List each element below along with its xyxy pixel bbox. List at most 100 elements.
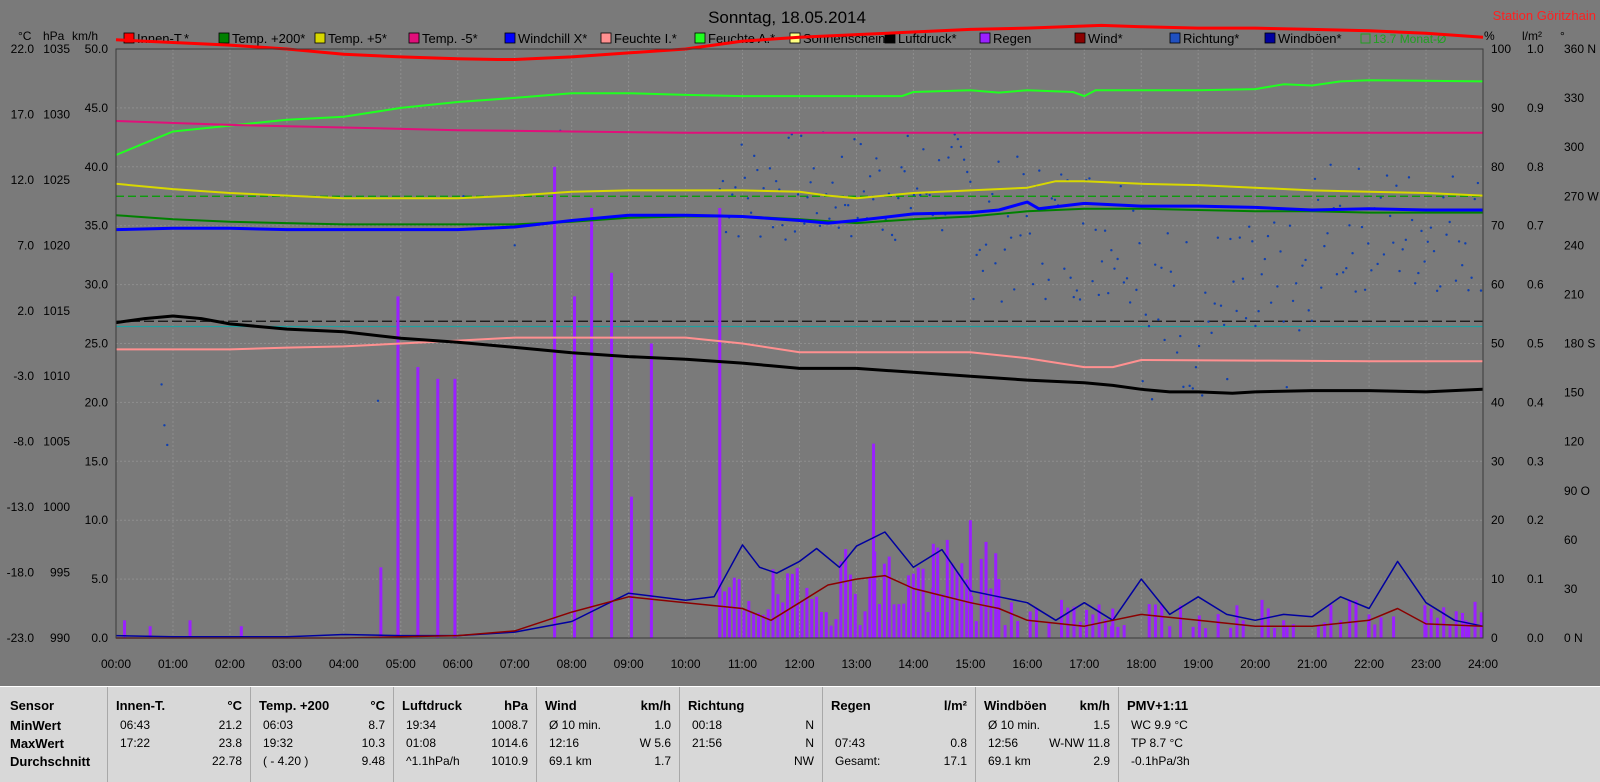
rain-bar — [1392, 616, 1396, 638]
y-tick-pressure: 1025 — [43, 173, 70, 187]
y-tick-direction: 180 S — [1564, 337, 1595, 351]
x-tick-label: 06:00 — [443, 657, 473, 671]
direction-dot — [803, 222, 806, 225]
direction-dot — [981, 269, 985, 273]
legend-swatch — [218, 32, 230, 44]
legend-swatch — [1169, 32, 1181, 44]
legend-label: Temp. +200* — [232, 31, 305, 46]
direction-dot — [1282, 320, 1285, 323]
y-tick-pressure: 990 — [50, 631, 70, 645]
direction-dot — [787, 136, 790, 139]
rain-bar — [868, 577, 872, 638]
direction-dot — [771, 226, 775, 229]
direction-dot — [1222, 323, 1226, 327]
y-tick-humidity: 60 — [1491, 278, 1505, 292]
direction-dot — [1060, 173, 1063, 176]
y-tick-rain: 0.1 — [1527, 572, 1544, 586]
rain-bar — [810, 598, 814, 638]
direction-dot — [1232, 280, 1235, 283]
rain-bar — [1028, 611, 1032, 638]
rain-bar — [1329, 604, 1333, 638]
direction-dot — [756, 168, 759, 172]
direction-dot — [1107, 291, 1110, 295]
weather-chart: Sonntag, 18.05.2014 Station Göritzhain °… — [0, 0, 1600, 686]
rain-bar — [1168, 626, 1172, 638]
direction-dot — [1476, 181, 1480, 185]
rain-bar — [1467, 621, 1471, 638]
direction-dot — [1298, 329, 1301, 332]
x-tick-label: 24:00 — [1468, 657, 1498, 671]
direction-dot — [1370, 269, 1373, 272]
col-temp200-header: Temp. +200 °C — [259, 698, 385, 713]
unit-right-humidity: % — [1484, 29, 1495, 43]
luftdruck-max-time: 01:08 — [406, 736, 437, 750]
direction-dot — [1338, 204, 1342, 208]
direction-dot — [1285, 385, 1288, 389]
unit-right-rain: l/m² — [1522, 29, 1542, 43]
direction-dot — [1069, 276, 1072, 279]
rain-bar — [863, 611, 867, 638]
x-tick-label: 00:00 — [101, 657, 131, 671]
legend-label: Windböen* — [1278, 31, 1342, 46]
direction-dot — [1392, 241, 1395, 244]
rain-bar — [1266, 608, 1270, 638]
rain-bar — [1379, 617, 1383, 638]
rain-bar — [974, 621, 978, 638]
y-tick-direction: 30 — [1564, 582, 1578, 596]
direction-dot — [1260, 273, 1263, 276]
rain-bar — [590, 208, 594, 638]
direction-dot — [1323, 244, 1326, 248]
direction-dot — [1207, 320, 1210, 323]
wind-max-time: 12:16 — [549, 736, 580, 750]
y-tick-direction: 300 — [1564, 140, 1584, 154]
direction-dot — [1000, 300, 1003, 303]
direction-dot — [1341, 271, 1345, 274]
col-pmv-header: PMV+1:11 — [1127, 698, 1189, 713]
y-tick-temp: -23.0 — [7, 631, 35, 645]
direction-dot — [972, 297, 975, 301]
direction-dot — [1006, 215, 1010, 218]
col-windboeen-header: Windböen km/h — [984, 698, 1110, 713]
rain-bar — [800, 600, 804, 638]
rain-bar — [979, 558, 983, 638]
direction-dot — [1313, 177, 1317, 181]
boeen-distance: 69.1 km — [988, 754, 1031, 768]
rain-bar — [1047, 623, 1051, 638]
legend-label: Wind* — [1088, 31, 1123, 46]
direction-dot — [746, 197, 750, 200]
y-tick-pressure: 1030 — [43, 107, 70, 121]
direction-dot — [784, 238, 787, 241]
y-tick-humidity: 30 — [1491, 454, 1505, 468]
wind-avg10-value: 1.0 — [654, 718, 671, 732]
direction-dot — [900, 166, 903, 169]
direction-dot — [1141, 379, 1144, 383]
direction-dot — [1019, 234, 1022, 237]
rain-bar — [931, 587, 935, 638]
direction-dot — [1388, 214, 1392, 218]
direction-dot — [1385, 174, 1389, 177]
direction-dot — [975, 253, 978, 257]
direction-dot — [1191, 387, 1194, 390]
unit-left-temp: °C — [18, 29, 32, 43]
direction-dot — [1279, 250, 1282, 253]
direction-dot — [1445, 233, 1448, 236]
rain-bar — [1204, 628, 1208, 638]
direction-dot — [1367, 242, 1370, 245]
rain-bar — [1435, 617, 1439, 638]
legend-swatch — [1264, 32, 1276, 44]
row-label-min: MinWert — [10, 718, 62, 733]
luftdruck-min-value: 1008.7 — [491, 718, 528, 732]
direction-dot — [831, 181, 834, 184]
direction-dot — [1169, 270, 1173, 273]
direction-dot — [962, 158, 966, 161]
direction-dot — [1435, 289, 1439, 293]
direction-dot — [915, 187, 919, 190]
rain-bar — [1367, 622, 1371, 638]
rain-bar — [839, 561, 843, 638]
temp200-min-value: 8.7 — [368, 718, 385, 732]
rain-bar — [1085, 609, 1089, 638]
direction-dot — [1053, 198, 1057, 202]
direction-dot — [1213, 302, 1216, 305]
direction-dot — [912, 193, 916, 197]
direction-dot — [1254, 324, 1257, 328]
